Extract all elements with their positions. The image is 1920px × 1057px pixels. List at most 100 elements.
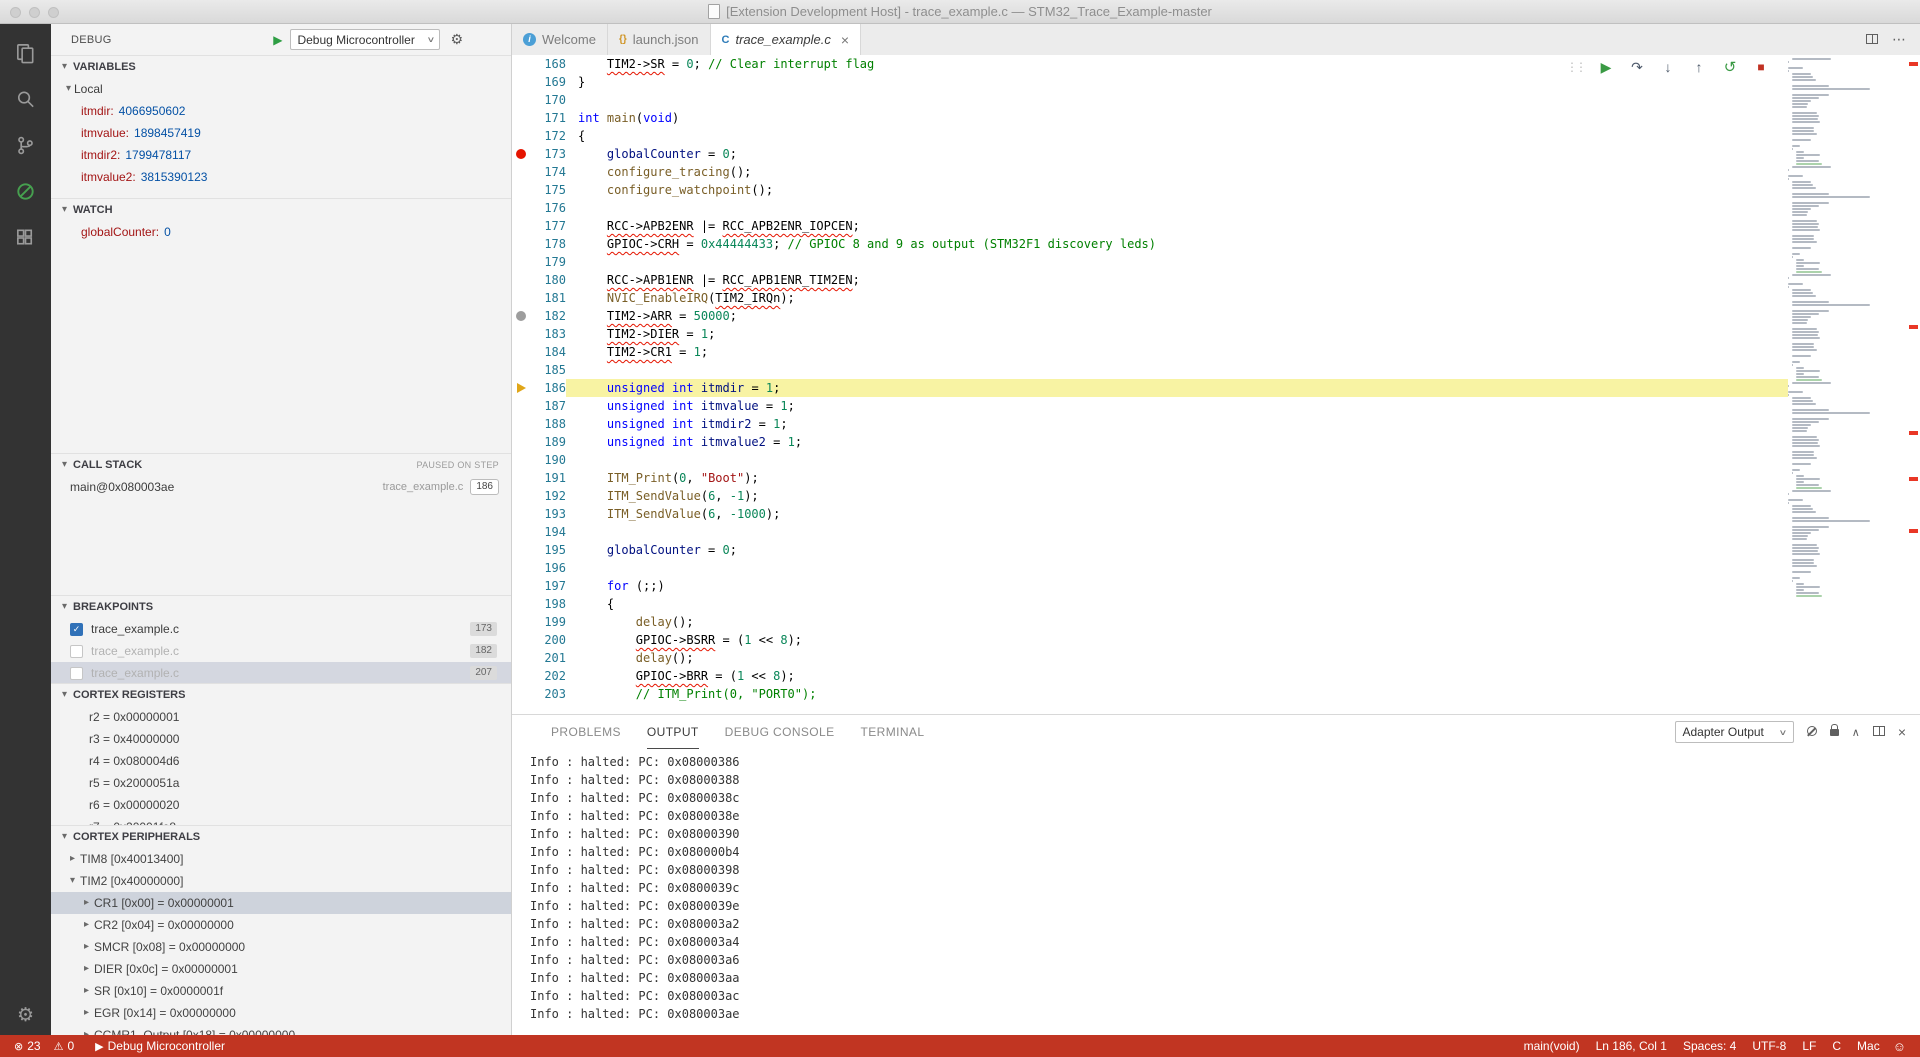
breakpoint-checkbox[interactable]: ✓ xyxy=(70,623,83,636)
peripheral-item[interactable]: ▸SMCR [0x08] = 0x00000000 xyxy=(51,936,511,958)
call-stack-section-header[interactable]: ▾ CALL STACK PAUSED ON STEP xyxy=(51,454,511,476)
close-icon[interactable]: × xyxy=(841,32,849,48)
tab-welcome[interactable]: iWelcome xyxy=(512,24,608,55)
tab-trace-example-c[interactable]: Ctrace_example.c× xyxy=(711,24,862,55)
breakpoint-checkbox[interactable] xyxy=(70,645,83,658)
cortex-peripherals-section-header[interactable]: ▾ CORTEX PERIPHERALS xyxy=(51,826,511,848)
debug-status[interactable]: ▶ Debug Microcontroller xyxy=(91,1039,229,1053)
code-line[interactable]: 177 RCC->APB2ENR |= RCC_APB2ENR_IOPCEN; xyxy=(512,217,1788,235)
scope-local[interactable]: ▾ Local xyxy=(51,78,511,100)
breakpoints-section-header[interactable]: ▾ BREAKPOINTS xyxy=(51,596,511,618)
title-bar[interactable]: [Extension Development Host] - trace_exa… xyxy=(0,0,1920,24)
code-line[interactable]: 200 GPIOC->BSRR = (1 << 8); xyxy=(512,631,1788,649)
close-window-button[interactable] xyxy=(10,7,21,18)
keymap[interactable]: Mac xyxy=(1853,1039,1884,1053)
code-line[interactable]: 174 configure_tracing(); xyxy=(512,163,1788,181)
zoom-window-button[interactable] xyxy=(48,7,59,18)
variable-item[interactable]: itmvalue2:3815390123 xyxy=(51,166,511,188)
restart-button[interactable]: ↺ xyxy=(1721,58,1739,76)
breakpoint-checkbox[interactable] xyxy=(70,667,83,680)
code-line[interactable]: 171int main(void) xyxy=(512,109,1788,127)
code-line[interactable]: 186 unsigned int itmdir = 1; xyxy=(512,379,1788,397)
panel-tab-output[interactable]: OUTPUT xyxy=(647,715,699,749)
peripheral-item[interactable]: ▾TIM2 [0x40000000] xyxy=(51,870,511,892)
variable-item[interactable]: itmvalue:1898457419 xyxy=(51,122,511,144)
variable-item[interactable]: itmdir2:1799478117 xyxy=(51,144,511,166)
code-line[interactable]: 178 GPIOC->CRH = 0x44444433; // GPIOC 8 … xyxy=(512,235,1788,253)
peripheral-item[interactable]: ▸CCMR1_Output [0x18] = 0x00000000 xyxy=(51,1024,511,1035)
warning-count[interactable]: ⚠ 0 xyxy=(50,1039,79,1053)
continue-button[interactable]: ▶ xyxy=(1597,59,1615,76)
cortex-registers-section-header[interactable]: ▾ CORTEX REGISTERS xyxy=(51,684,511,706)
cursor-position[interactable]: Ln 186, Col 1 xyxy=(1592,1039,1671,1053)
clear-output-icon[interactable] xyxy=(1807,723,1817,741)
chevron-right-icon[interactable]: ▸ xyxy=(81,958,92,980)
chevron-right-icon[interactable]: ▸ xyxy=(67,848,78,870)
panel-tab-terminal[interactable]: TERMINAL xyxy=(861,715,925,749)
code-line[interactable]: 199 delay(); xyxy=(512,613,1788,631)
eol[interactable]: LF xyxy=(1798,1039,1820,1053)
code-line[interactable]: 182 TIM2->ARR = 50000; xyxy=(512,307,1788,325)
panel-tab-problems[interactable]: PROBLEMS xyxy=(551,715,621,749)
code-line[interactable]: 181 NVIC_EnableIRQ(TIM2_IRQn); xyxy=(512,289,1788,307)
chevron-right-icon[interactable]: ▸ xyxy=(81,980,92,1002)
code-line[interactable]: 175 configure_watchpoint(); xyxy=(512,181,1788,199)
language-mode[interactable]: C xyxy=(1828,1039,1845,1053)
step-over-button[interactable]: ↷ xyxy=(1628,59,1646,76)
chevron-right-icon[interactable]: ▸ xyxy=(81,892,92,914)
code-line[interactable]: 185 xyxy=(512,361,1788,379)
debug-config-dropdown[interactable]: Debug Microcontroller ∨ xyxy=(290,29,440,50)
code-line[interactable]: 198 { xyxy=(512,595,1788,613)
register-item[interactable]: r3 = 0x40000000 xyxy=(51,728,511,750)
panel-tab-debug-console[interactable]: DEBUG CONSOLE xyxy=(725,715,835,749)
current-function[interactable]: main(void) xyxy=(1520,1039,1584,1053)
code-line[interactable]: 191 ITM_Print(0, "Boot"); xyxy=(512,469,1788,487)
breakpoint-item[interactable]: trace_example.c207 xyxy=(51,662,511,683)
step-into-button[interactable]: ↓ xyxy=(1659,59,1677,75)
peripheral-item[interactable]: ▸TIM8 [0x40013400] xyxy=(51,848,511,870)
tab-launch-json[interactable]: {}launch.json xyxy=(608,24,711,55)
code-line[interactable]: 196 xyxy=(512,559,1788,577)
split-editor-icon[interactable] xyxy=(1866,31,1878,49)
code-line[interactable]: 189 unsigned int itmvalue2 = 1; xyxy=(512,433,1788,451)
indentation[interactable]: Spaces: 4 xyxy=(1679,1039,1740,1053)
search-icon[interactable] xyxy=(0,76,51,122)
maximize-panel-icon[interactable]: ∧ xyxy=(1852,726,1860,739)
code-line[interactable]: 180 RCC->APB1ENR |= RCC_APB1ENR_TIM2EN; xyxy=(512,271,1788,289)
step-out-button[interactable]: ↑ xyxy=(1690,59,1708,75)
source-control-icon[interactable] xyxy=(0,122,51,168)
more-actions-icon[interactable]: ⋯ xyxy=(1892,31,1906,48)
settings-gear-icon[interactable]: ⚙ xyxy=(17,1004,34,1027)
code-line[interactable]: 183 TIM2->DIER = 1; xyxy=(512,325,1788,343)
code-line[interactable]: 201 delay(); xyxy=(512,649,1788,667)
code-line[interactable]: 192 ITM_SendValue(6, -1); xyxy=(512,487,1788,505)
code-line[interactable]: 190 xyxy=(512,451,1788,469)
code-line[interactable]: 202 GPIOC->BRR = (1 << 8); xyxy=(512,667,1788,685)
configure-launch-gear-icon[interactable]: ⚙ xyxy=(450,31,463,48)
code-editor[interactable]: 168 TIM2->SR = 0; // Clear interrupt fla… xyxy=(512,55,1920,714)
output-channel-dropdown[interactable]: Adapter Output ∨ xyxy=(1675,721,1794,743)
close-panel-icon[interactable]: × xyxy=(1898,724,1906,740)
code-line[interactable]: 203 // ITM_Print(0, "PORT0"); xyxy=(512,685,1788,703)
peripheral-item[interactable]: ▸DIER [0x0c] = 0x00000001 xyxy=(51,958,511,980)
register-item[interactable]: r5 = 0x2000051a xyxy=(51,772,511,794)
lock-scroll-icon[interactable] xyxy=(1830,723,1839,741)
output-log[interactable]: Info : halted: PC: 0x08000386Info : halt… xyxy=(512,749,1920,1035)
disabled-breakpoint-icon[interactable] xyxy=(512,307,530,325)
peripheral-item[interactable]: ▸EGR [0x14] = 0x00000000 xyxy=(51,1002,511,1024)
register-item[interactable]: r7 = 0x20001fe8 xyxy=(51,816,511,825)
minimize-window-button[interactable] xyxy=(29,7,40,18)
explorer-icon[interactable] xyxy=(0,30,51,76)
register-item[interactable]: r2 = 0x00000001 xyxy=(51,706,511,728)
breakpoint-icon[interactable] xyxy=(512,145,530,163)
split-panel-icon[interactable] xyxy=(1873,723,1885,741)
variable-item[interactable]: globalCounter:0 xyxy=(51,221,511,243)
current-line-arrow-icon[interactable] xyxy=(512,379,530,397)
code-line[interactable]: 194 xyxy=(512,523,1788,541)
chevron-right-icon[interactable]: ▸ xyxy=(81,1002,92,1024)
variables-section-header[interactable]: ▾ VARIABLES xyxy=(51,56,511,78)
breakpoint-item[interactable]: ✓trace_example.c173 xyxy=(51,618,511,640)
chevron-right-icon[interactable]: ▸ xyxy=(81,914,92,936)
call-stack-frame[interactable]: main@0x080003aetrace_example.c186 xyxy=(51,476,511,498)
register-item[interactable]: r4 = 0x080004d6 xyxy=(51,750,511,772)
